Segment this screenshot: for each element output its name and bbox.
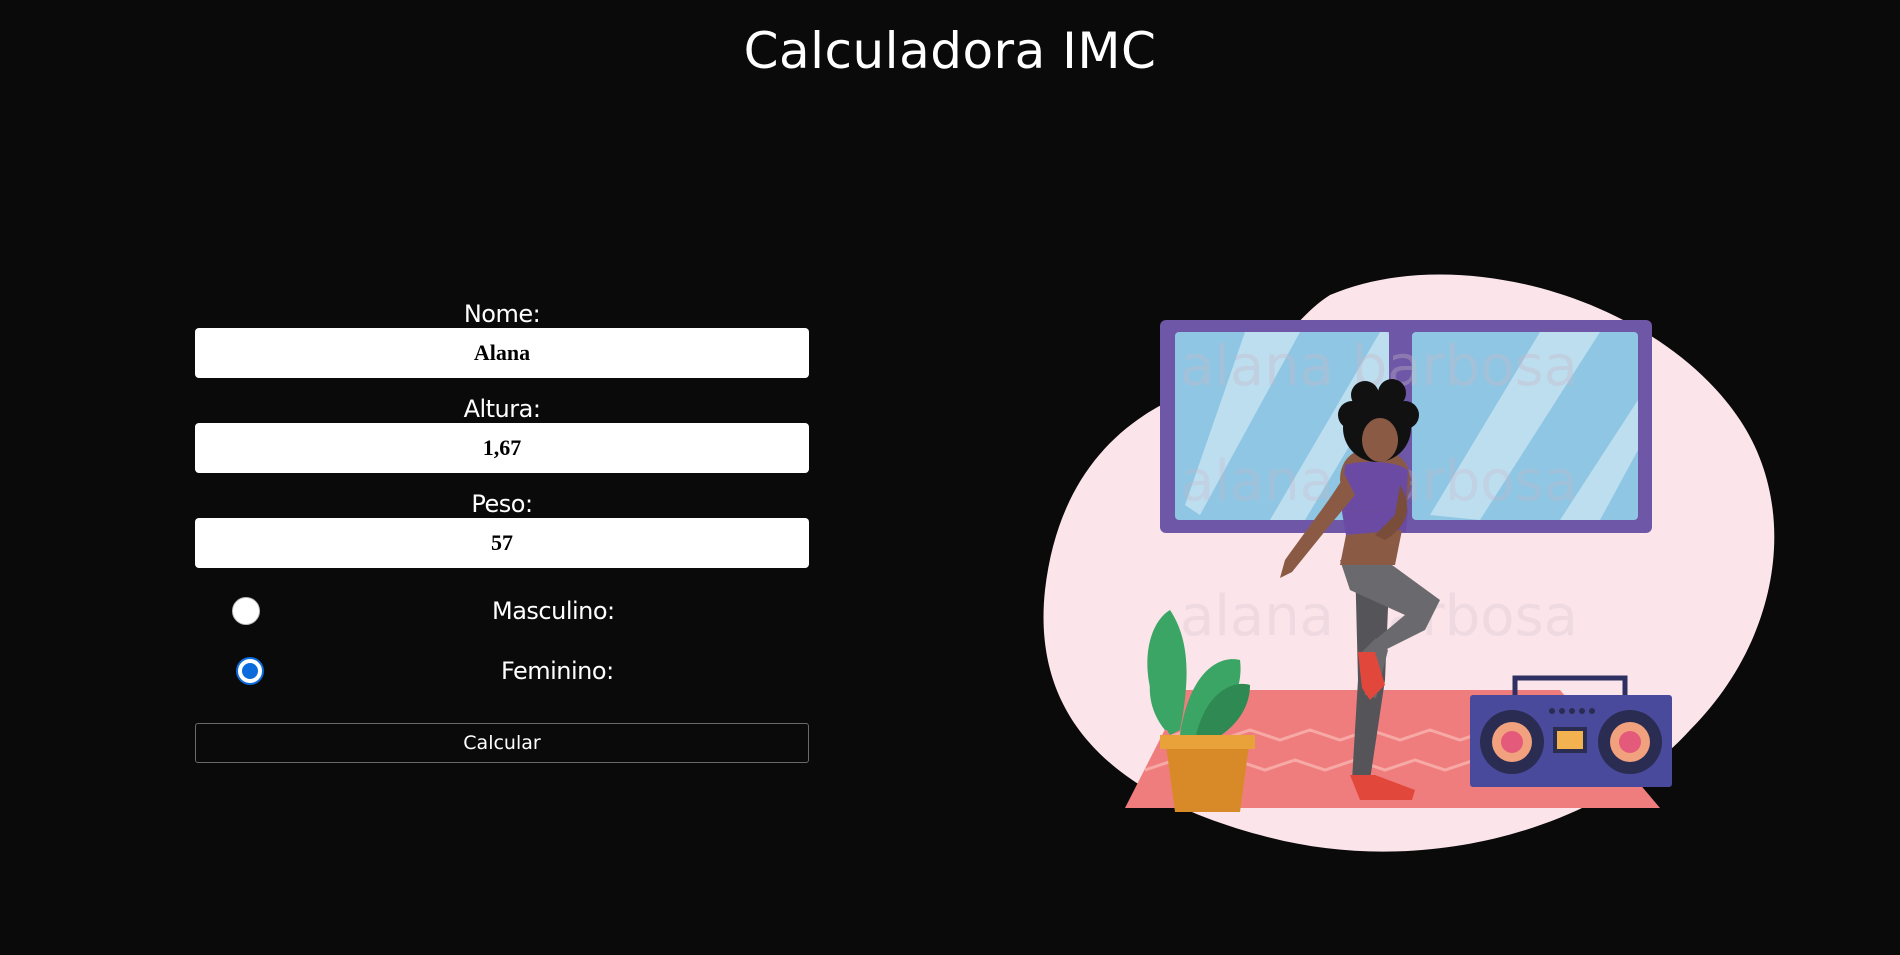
female-radio[interactable] xyxy=(236,657,264,685)
page-title: Calculadora IMC xyxy=(743,22,1157,80)
gender-female-row: Feminino: xyxy=(195,645,809,705)
height-input[interactable] xyxy=(195,423,809,473)
name-input[interactable] xyxy=(195,328,809,378)
height-label: Altura: xyxy=(463,395,541,423)
gender-male-row: Masculino: xyxy=(195,585,809,645)
imc-form: Nome: Altura: Peso: Masculino: Feminino:… xyxy=(195,300,809,763)
plant-pot xyxy=(1165,738,1250,812)
male-label: Masculino: xyxy=(492,597,615,625)
female-label: Feminino: xyxy=(501,657,614,685)
weight-input[interactable] xyxy=(195,518,809,568)
workout-woman-illustration: alana barbosa alana barbosa alana barbos… xyxy=(1043,274,1775,852)
name-label: Nome: xyxy=(463,300,541,328)
calculate-button[interactable]: Calcular xyxy=(195,723,809,763)
weight-label: Peso: xyxy=(471,490,533,518)
male-radio[interactable] xyxy=(232,597,260,625)
